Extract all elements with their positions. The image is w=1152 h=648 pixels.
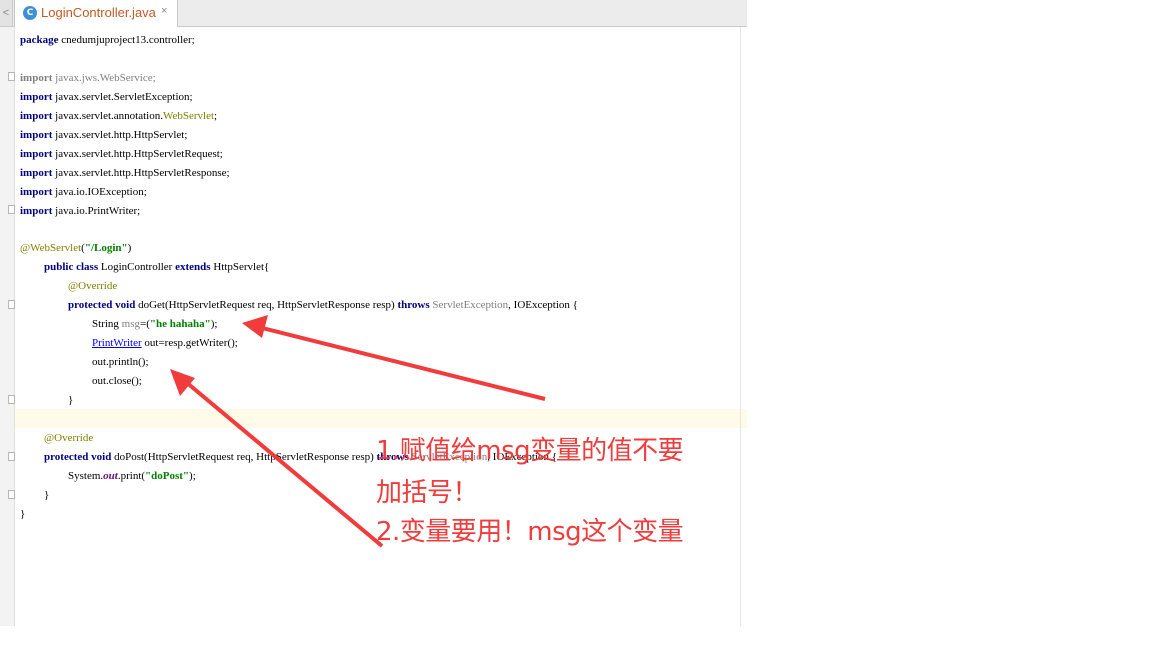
annotation-note-1-cont: 加括号！ [376,478,479,508]
fold-marker-icon[interactable] [8,205,15,214]
annotation-note-2: 2.变量要用！msg这个变量 [376,517,684,547]
code-line-brace: } [20,508,26,520]
code-line-msg: String msg=("he hahaha"); [92,318,218,330]
fold-marker-icon[interactable] [8,300,15,309]
editor-tab-bar: < C LoginController.java × [0,0,747,27]
fold-marker-icon[interactable] [8,490,15,499]
code-line-import: import javax.jws.WebService; [20,72,156,84]
close-icon[interactable]: × [161,5,167,17]
code-line-import: import javax.servlet.http.HttpServletRes… [20,167,230,179]
code-line-brace: } [68,394,74,406]
fold-marker-icon[interactable] [8,72,15,81]
code-line-import: import java.io.PrintWriter; [20,205,141,217]
code-line-println: out.println(); [92,356,149,368]
code-line-import: import javax.servlet.http.HttpServletReq… [20,148,223,160]
code-line-package: package cnedumjuproject13.controller; [20,34,195,46]
annotation-note-1: 1.赋值给msg变量的值不要 [376,436,684,466]
code-line-import: import java.io.IOException; [20,186,147,198]
code-line-import: import javax.servlet.annotation.WebServl… [20,110,218,122]
code-area[interactable]: package cnedumjuproject13.controller; im… [20,30,578,520]
code-line-close: out.close(); [92,375,142,387]
tab-scroll-left-button[interactable]: < [0,0,13,26]
fold-marker-icon[interactable] [8,395,15,404]
code-line-class-decl: public class LoginController extends Htt… [44,261,270,273]
code-line-doget: protected void doGet(HttpServletRequest … [68,299,578,311]
code-line-import: import javax.servlet.ServletException; [20,91,193,103]
code-line-annotation: @WebServlet("/Login") [20,242,132,254]
code-line-brace: } [44,489,50,501]
tab-label: LoginController.java [41,5,156,20]
current-line-highlight [15,409,747,428]
tab-login-controller[interactable]: C LoginController.java × [14,0,178,27]
code-line-print: System.out.print("doPost"); [68,470,196,482]
code-line-import: import javax.servlet.http.HttpServlet; [20,129,188,141]
code-line-override: @Override [44,432,94,444]
code-line-override: @Override [68,280,118,292]
editor-gutter[interactable] [0,27,15,626]
fold-marker-icon[interactable] [8,452,15,461]
right-margin-guide [740,27,741,626]
java-class-icon: C [23,6,37,20]
code-line-writer: PrintWriter out=resp.getWriter(); [92,337,238,349]
